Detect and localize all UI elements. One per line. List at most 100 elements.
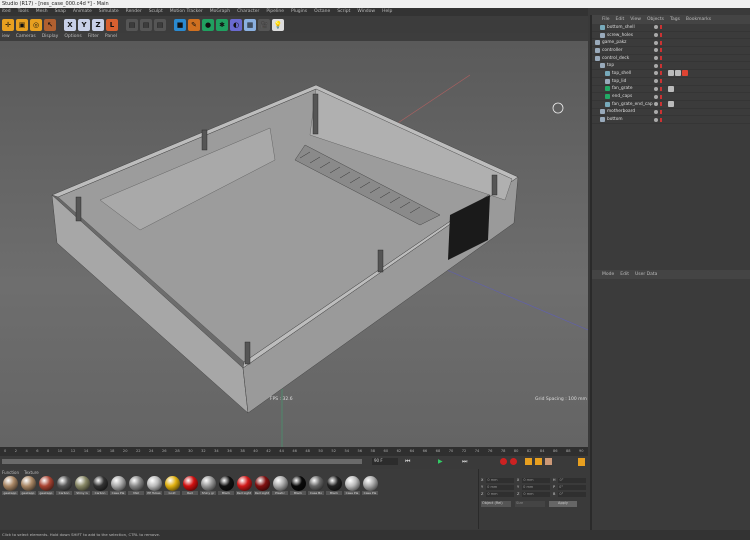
viewport-menu-item[interactable]: Cameras xyxy=(16,33,36,41)
object-manager-menu-item[interactable]: Edit xyxy=(616,15,625,24)
material-swatch[interactable]: Carbon xyxy=(56,476,72,495)
array-icon[interactable]: ✱ xyxy=(216,18,228,31)
material-swatch[interactable]: Gold xyxy=(164,476,180,495)
object-row[interactable]: top xyxy=(592,62,750,71)
coordinate-mode-dropdown[interactable]: Object (Rel) xyxy=(481,501,511,507)
record-button[interactable] xyxy=(500,458,507,465)
move-icon[interactable]: ✛ xyxy=(2,18,14,31)
visibility-toggle-icon[interactable] xyxy=(654,79,658,84)
material-swatch[interactable]: Shiny gr xyxy=(200,476,216,495)
enable-toggle-icon[interactable] xyxy=(660,48,662,53)
coordinate-field[interactable]: 0° xyxy=(558,485,586,490)
object-manager-menu-item[interactable]: Tags xyxy=(670,15,680,24)
scale-icon[interactable]: ▣ xyxy=(16,18,28,31)
enable-toggle-icon[interactable] xyxy=(660,63,662,68)
enable-toggle-icon[interactable] xyxy=(660,109,662,114)
material-swatch[interactable]: Mat xyxy=(128,476,144,495)
menu-item[interactable]: Help xyxy=(382,8,392,16)
enable-toggle-icon[interactable] xyxy=(660,33,662,38)
render-picture-icon[interactable]: ▤ xyxy=(140,18,152,31)
enable-toggle-icon[interactable] xyxy=(660,102,662,107)
go-start-button[interactable]: ⏮ xyxy=(405,458,410,466)
material-swatch[interactable]: Shiny G xyxy=(74,476,90,495)
material-swatch[interactable]: Red Light xyxy=(254,476,270,495)
object-row[interactable]: screw_holes xyxy=(592,32,750,40)
menu-item[interactable]: ited xyxy=(2,8,11,16)
material-swatch[interactable]: Red Light xyxy=(236,476,252,495)
attributes-menu-item[interactable]: User Data xyxy=(635,270,657,279)
object-row[interactable]: fan_grate_end_cap xyxy=(592,101,750,109)
object-row[interactable]: top_shell xyxy=(592,70,750,78)
coordinate-field[interactable]: 0 mm xyxy=(486,492,514,497)
material-menu-item[interactable]: Texture xyxy=(24,469,39,476)
material-tag-icon[interactable] xyxy=(668,85,674,92)
coordinate-field[interactable]: 0 mm xyxy=(522,485,550,490)
enable-toggle-icon[interactable] xyxy=(660,40,662,45)
visibility-toggle-icon[interactable] xyxy=(654,109,658,114)
visibility-toggle-icon[interactable] xyxy=(654,71,658,76)
material-tag-icon[interactable] xyxy=(675,70,681,77)
visibility-toggle-icon[interactable] xyxy=(654,102,658,107)
current-frame-field[interactable]: 90 F xyxy=(372,458,398,465)
coordinate-field[interactable]: 0° xyxy=(558,492,586,497)
visibility-toggle-icon[interactable] xyxy=(654,33,658,38)
material-swatch[interactable]: PP Tubes xyxy=(146,476,162,495)
cube-icon[interactable]: ■ xyxy=(174,18,186,31)
object-row[interactable]: control_deck xyxy=(592,55,750,63)
deformer-icon[interactable]: ◐ xyxy=(230,18,242,31)
material-swatch[interactable]: Black xyxy=(290,476,306,495)
menu-item[interactable]: MoGraph xyxy=(210,8,230,16)
object-row[interactable]: motherboard xyxy=(592,109,750,117)
material-swatch[interactable]: Carbon xyxy=(92,476,108,495)
visibility-toggle-icon[interactable] xyxy=(654,40,658,45)
coordinate-field[interactable]: 0 mm xyxy=(486,485,514,490)
visibility-toggle-icon[interactable] xyxy=(654,86,658,91)
object-row[interactable]: bottom xyxy=(592,116,750,124)
floor-icon[interactable]: ▦ xyxy=(244,18,256,31)
object-manager-menu-item[interactable]: File xyxy=(602,15,610,24)
material-swatch[interactable]: Case Bo xyxy=(308,476,324,495)
menu-item[interactable]: Simulate xyxy=(99,8,119,16)
visibility-toggle-icon[interactable] xyxy=(654,94,658,99)
timeline-button[interactable] xyxy=(578,458,585,466)
enable-toggle-icon[interactable] xyxy=(660,86,662,91)
x-axis-icon[interactable]: X xyxy=(64,18,76,31)
select-icon[interactable]: ↖ xyxy=(44,18,56,31)
visibility-toggle-icon[interactable] xyxy=(654,48,658,53)
menu-item[interactable]: Pipeline xyxy=(266,8,284,16)
material-swatch[interactable]: Case Pla xyxy=(110,476,126,495)
coordinate-field[interactable]: 0 mm xyxy=(486,478,514,483)
material-swatch[interactable]: Plastic xyxy=(272,476,288,495)
object-manager-menu-item[interactable]: View xyxy=(630,15,641,24)
apply-button[interactable]: Apply xyxy=(549,501,577,507)
viewport-menu-item[interactable]: iew xyxy=(2,33,10,41)
viewport-menu-item[interactable]: Filter xyxy=(88,33,99,41)
object-row[interactable]: fan_grate xyxy=(592,85,750,94)
key-rotation-button[interactable] xyxy=(545,458,552,465)
menu-item[interactable]: Window xyxy=(357,8,375,16)
z-axis-icon[interactable]: Z xyxy=(92,18,104,31)
material-tag-icon[interactable] xyxy=(682,70,688,77)
menu-item[interactable]: Snap xyxy=(55,8,66,16)
coordinate-field[interactable]: 0° xyxy=(558,478,586,483)
material-swatch[interactable]: Black xyxy=(326,476,342,495)
visibility-toggle-icon[interactable] xyxy=(654,117,658,122)
viewport-menu-item[interactable]: Options xyxy=(64,33,81,41)
enable-toggle-icon[interactable] xyxy=(660,71,662,76)
material-tag-icon[interactable] xyxy=(668,101,674,108)
coordinate-system-icon[interactable]: L xyxy=(106,18,118,31)
subdivision-icon[interactable]: ● xyxy=(202,18,214,31)
play-button[interactable]: ▶ xyxy=(438,458,443,465)
viewport-menu-item[interactable]: Display xyxy=(42,33,59,41)
visibility-toggle-icon[interactable] xyxy=(654,56,658,61)
timeline-ruler[interactable]: 0 2 4 6 8 10 12 14 16 18 20 22 24 26 28 30 32 34 36 38 40 42 4… xyxy=(0,447,588,456)
light-icon[interactable]: 💡 xyxy=(272,18,284,31)
go-end-button[interactable]: ⏭ xyxy=(462,458,467,466)
menu-item[interactable]: Script xyxy=(337,8,350,16)
material-swatch[interactable]: Red xyxy=(182,476,198,495)
object-manager-menu-item[interactable]: Bookmarks xyxy=(686,15,711,24)
material-tag-icon[interactable] xyxy=(668,70,674,77)
enable-toggle-icon[interactable] xyxy=(660,56,662,61)
viewport-3d[interactable]: FPS : 32.6 Grid Spacing : 100 mm xyxy=(0,41,589,447)
material-swatch[interactable]: geekapp xyxy=(20,476,36,495)
